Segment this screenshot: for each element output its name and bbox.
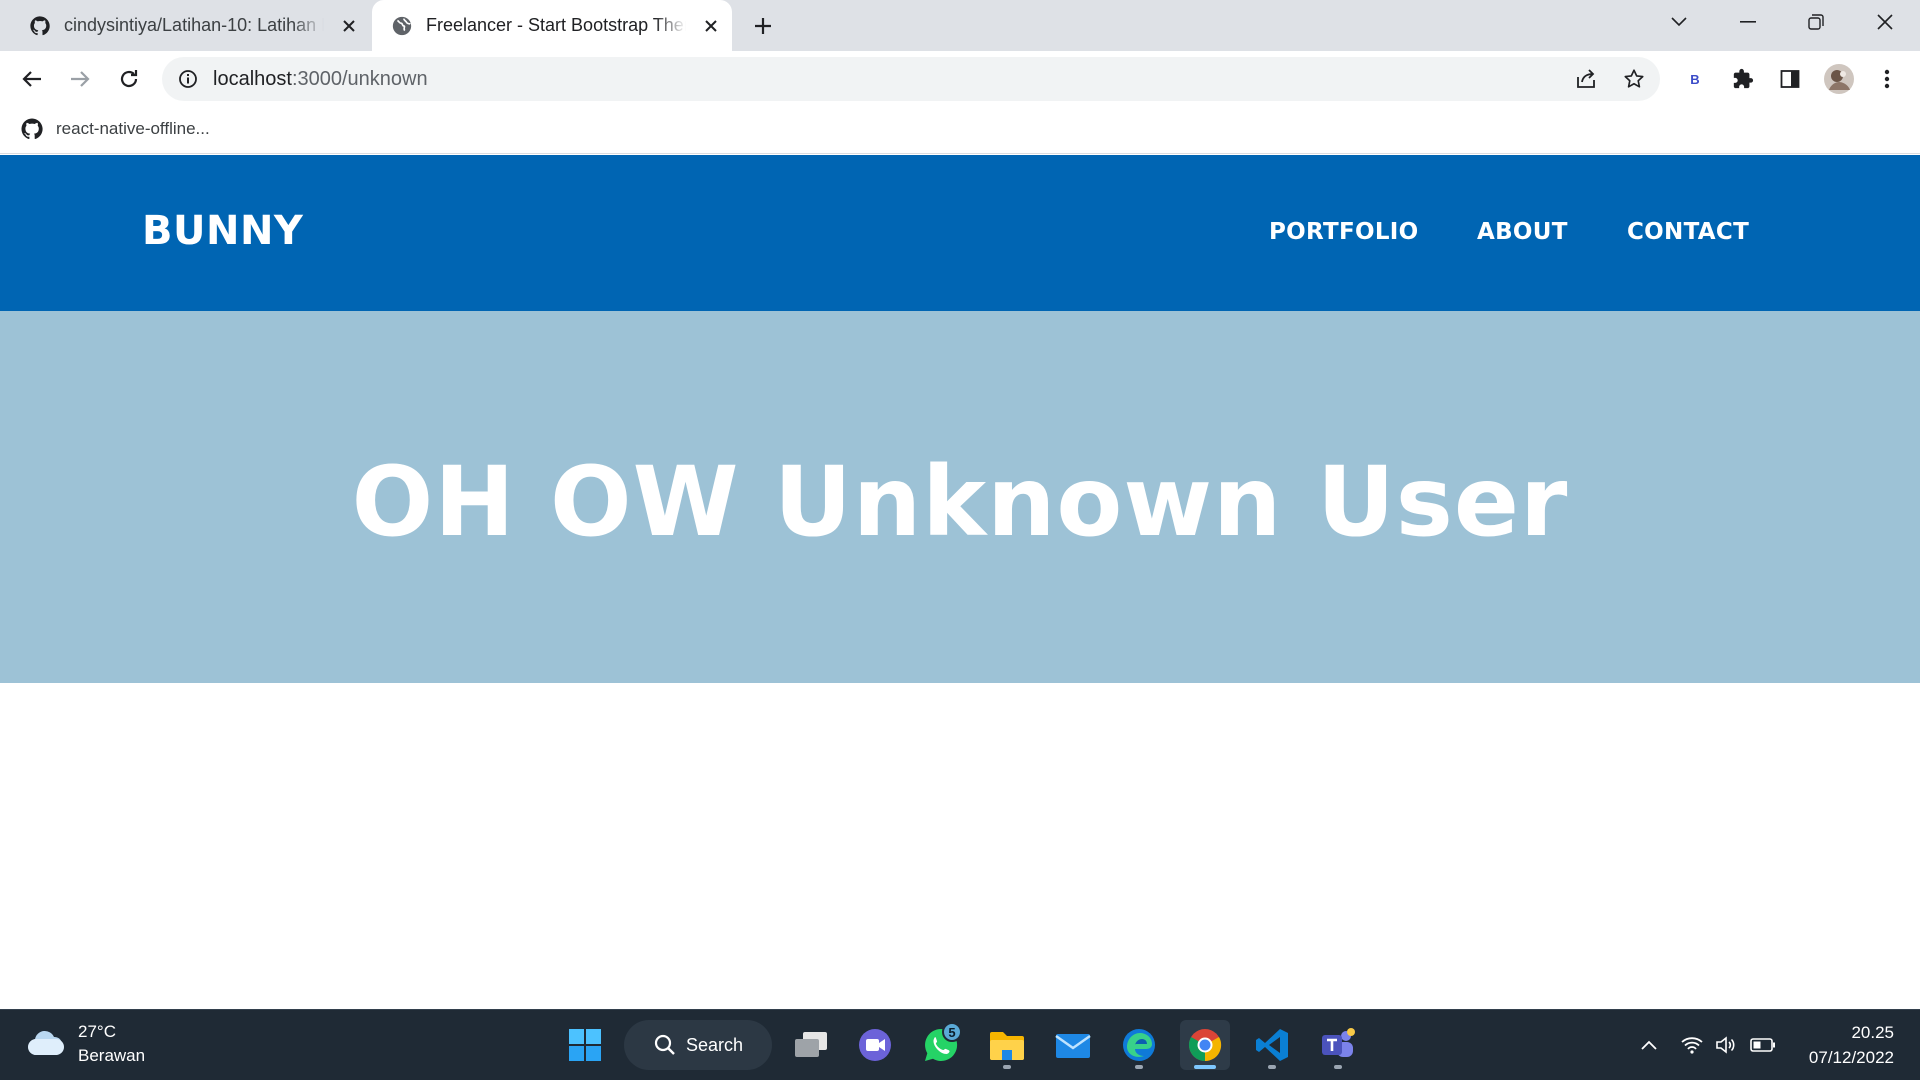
hero-section: OH OW Unknown User	[0, 311, 1920, 683]
windows-start-icon	[569, 1029, 601, 1061]
page-body	[0, 683, 1920, 1009]
close-icon[interactable]	[698, 13, 724, 39]
close-window-button[interactable]	[1862, 0, 1908, 44]
site-info-icon[interactable]	[176, 67, 200, 91]
clock-date: 07/12/2022	[1808, 1048, 1894, 1067]
share-icon[interactable]	[1574, 67, 1598, 91]
bookmark-item[interactable]: react-native-offline...	[20, 117, 210, 141]
new-tab-button[interactable]	[748, 11, 778, 41]
taskbar-app-chrome[interactable]	[1180, 1020, 1230, 1070]
search-label: Search	[686, 1034, 744, 1055]
running-indicator	[1334, 1065, 1342, 1069]
clock-time: 20.25	[1851, 1023, 1894, 1042]
side-panel-icon[interactable]	[1775, 64, 1805, 94]
chrome-icon	[1188, 1029, 1222, 1062]
taskbar-app-task-view[interactable]	[786, 1020, 836, 1070]
extensions-puzzle-icon[interactable]	[1728, 64, 1758, 94]
back-button[interactable]	[14, 61, 50, 97]
restore-button[interactable]	[1793, 0, 1839, 44]
cloud-icon	[28, 1030, 64, 1055]
wifi-icon[interactable]	[1679, 1032, 1705, 1058]
github-icon	[21, 118, 43, 140]
taskbar-app-teams[interactable]	[1313, 1020, 1363, 1070]
weather-condition: Berawan	[78, 1046, 146, 1065]
taskbar-app-vscode[interactable]	[1247, 1020, 1297, 1070]
notification-badge: 5	[942, 1022, 962, 1042]
nav-link-contact[interactable]: CONTACT	[1627, 219, 1749, 245]
tab-title: Freelancer - Start Bootstrap Theme	[426, 15, 686, 35]
tab-strip: cindysintiya/Latihan-10: Latihan Materi …	[0, 0, 1920, 51]
minimize-button[interactable]	[1725, 0, 1771, 44]
bookmarks-bar: react-native-offline...	[0, 106, 1920, 154]
url-host: localhost	[213, 68, 292, 90]
bookmark-star-icon[interactable]	[1622, 67, 1646, 91]
edge-icon	[1123, 1029, 1155, 1061]
url-text[interactable]: localhost:3000/unknown	[213, 68, 428, 91]
taskbar-app-meet[interactable]	[850, 1020, 900, 1070]
weather-widget[interactable]: 27°C Berawan	[26, 1020, 145, 1068]
start-button[interactable]	[560, 1020, 610, 1070]
browser-toolbar: localhost:3000/unknown B	[0, 51, 1920, 106]
reload-button[interactable]	[111, 61, 147, 97]
taskbar-app-mail[interactable]	[1048, 1020, 1098, 1070]
folder-icon	[990, 1032, 1024, 1060]
running-indicator	[1194, 1065, 1216, 1069]
mail-icon	[1055, 1034, 1091, 1058]
forward-button[interactable]	[62, 61, 98, 97]
task-view-icon	[795, 1032, 827, 1057]
chevron-up-icon[interactable]	[1636, 1032, 1662, 1058]
teams-icon	[1322, 1028, 1355, 1057]
site-navbar: BUNNY PORTFOLIO ABOUT CONTACT	[0, 155, 1920, 311]
globe-icon	[390, 14, 414, 38]
taskbar-search[interactable]: Search	[624, 1020, 772, 1070]
running-indicator	[1135, 1065, 1143, 1069]
nav-link-about[interactable]: ABOUT	[1477, 219, 1568, 245]
search-icon	[654, 1034, 675, 1055]
system-clock[interactable]: 20.25 07/12/2022	[1809, 1020, 1894, 1070]
address-bar[interactable]: localhost:3000/unknown	[162, 57, 1660, 101]
running-indicator	[1268, 1065, 1276, 1069]
browser-menu-icon[interactable]	[1872, 64, 1902, 94]
extension-b-label: B	[1690, 71, 1700, 87]
taskbar-app-file-explorer[interactable]	[982, 1020, 1032, 1070]
volume-icon[interactable]	[1713, 1032, 1739, 1058]
windows-taskbar: 27°C Berawan Search 5 20.25 07/12/2022	[0, 1009, 1920, 1080]
taskbar-app-whatsapp[interactable]: 5	[916, 1020, 966, 1070]
extension-b-icon[interactable]: B	[1680, 64, 1710, 94]
tab-title: cindysintiya/Latihan-10: Latihan Materi …	[64, 15, 324, 35]
url-path: :3000/unknown	[291, 68, 428, 90]
tab-freelancer[interactable]: Freelancer - Start Bootstrap Theme	[372, 0, 732, 51]
nav-link-portfolio[interactable]: PORTFOLIO	[1269, 219, 1419, 245]
bookmark-label: react-native-offline...	[56, 119, 210, 138]
video-chat-icon	[859, 1029, 891, 1061]
vscode-icon	[1256, 1029, 1288, 1061]
battery-icon[interactable]	[1750, 1032, 1776, 1058]
tab-search-button[interactable]	[1656, 0, 1702, 44]
running-indicator	[1003, 1065, 1011, 1069]
taskbar-app-edge[interactable]	[1114, 1020, 1164, 1070]
hero-title: OH OW Unknown User	[351, 446, 1569, 558]
site-brand[interactable]: BUNNY	[142, 208, 303, 254]
weather-temperature: 27°C	[78, 1022, 116, 1041]
profile-avatar[interactable]	[1824, 64, 1854, 94]
close-icon[interactable]	[336, 13, 362, 39]
github-icon	[28, 14, 52, 38]
tab-github[interactable]: cindysintiya/Latihan-10: Latihan Materi …	[28, 0, 368, 51]
